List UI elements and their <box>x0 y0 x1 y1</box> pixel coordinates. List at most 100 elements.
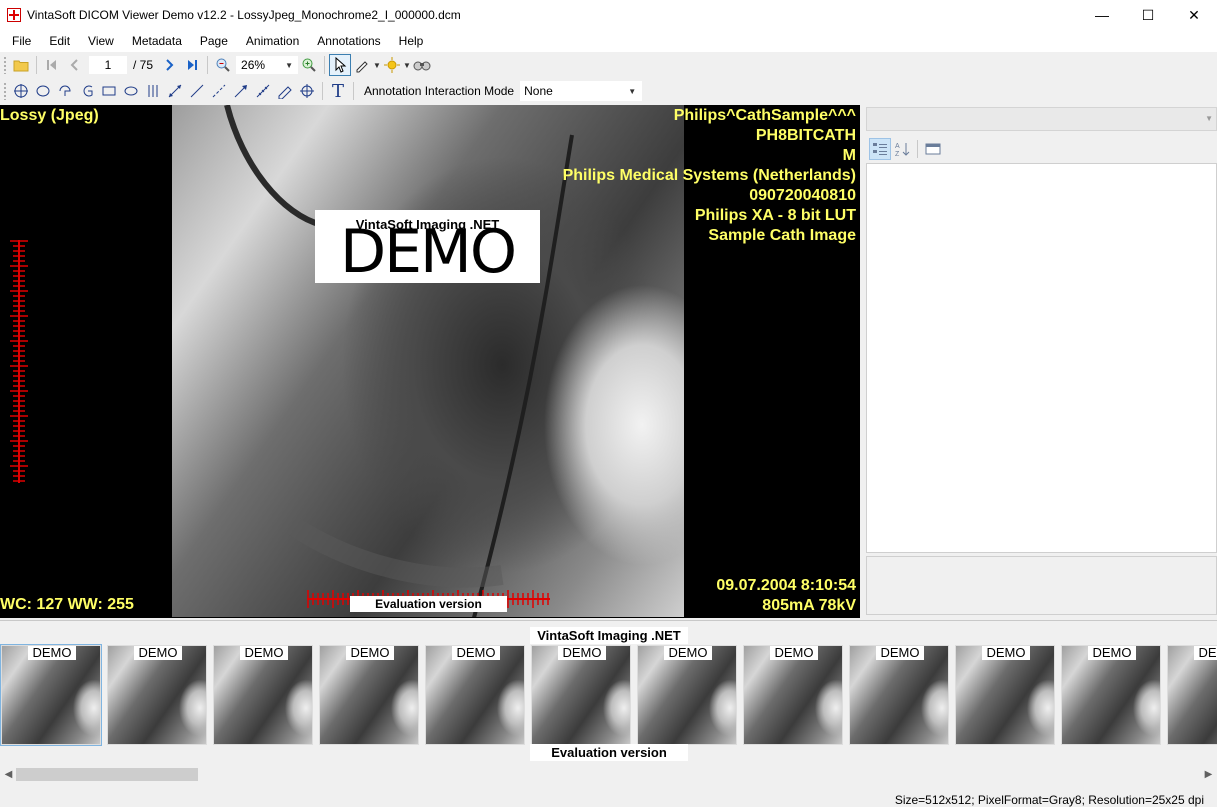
thumbnail-demo-label: DEMO <box>558 646 606 660</box>
vertical-ruler <box>10 240 28 483</box>
thumbnail[interactable]: DEMO <box>637 645 737 745</box>
menu-file[interactable]: File <box>6 34 37 48</box>
chevron-down-icon[interactable]: ▼ <box>373 61 381 70</box>
thumbnail[interactable]: DEMO <box>213 645 313 745</box>
property-grid[interactable] <box>866 163 1217 553</box>
zoom-value: 26% <box>241 58 266 72</box>
image-viewer[interactable]: DEMO VintaSoft Imaging .NET Lossy (Jpeg)… <box>0 105 860 618</box>
property-description <box>866 556 1217 615</box>
chevron-down-icon: ▼ <box>628 86 637 96</box>
window-title: VintaSoft DICOM Viewer Demo v12.2 - Loss… <box>27 8 461 22</box>
tube-settings: 805mA 78kV <box>762 597 856 614</box>
evaluation-watermark: Evaluation version <box>350 596 507 612</box>
close-button[interactable]: ✕ <box>1171 0 1217 30</box>
patient-id: PH8BITCATH <box>755 127 856 144</box>
zoom-in-icon[interactable] <box>298 54 320 76</box>
toolbar-grip[interactable] <box>3 82 7 100</box>
study-id: 090720040810 <box>749 187 856 204</box>
scroll-right-icon[interactable]: ▶ <box>1200 766 1217 783</box>
thumbnail-viewer[interactable]: DEMO DEMO DEMO DEMO DEMO DEMO DEMO DEMO … <box>0 622 1217 764</box>
svg-text:Z: Z <box>895 151 900 157</box>
brightness-tool-icon[interactable] <box>381 54 403 76</box>
pointer-tool-icon[interactable] <box>329 54 352 76</box>
oval-annotation-icon[interactable] <box>120 80 142 102</box>
maximize-button[interactable]: ☐ <box>1125 0 1171 30</box>
window-controls: — ☐ ✕ <box>1079 0 1217 30</box>
thumbnail-demo-label: DEMO <box>982 646 1030 660</box>
menu-annotations[interactable]: Annotations <box>311 34 386 48</box>
toolbar-grip[interactable] <box>3 56 7 74</box>
zoom-select[interactable]: 26% ▼ <box>236 56 299 74</box>
open-folder-icon[interactable] <box>10 54 32 76</box>
thumbnail[interactable]: DEMO <box>531 645 631 745</box>
svg-text:A: A <box>895 143 900 150</box>
sort-alphabetical-icon[interactable]: AZ <box>891 138 913 160</box>
menu-help[interactable]: Help <box>393 34 430 48</box>
thumbnail-demo-label: DEMO <box>134 646 182 660</box>
line-arrows-annotation-icon[interactable] <box>164 80 186 102</box>
app-icon <box>7 8 21 22</box>
binoculars-icon[interactable] <box>411 54 433 76</box>
polygon-annotation-icon[interactable] <box>54 80 76 102</box>
scroll-left-icon[interactable]: ◀ <box>0 766 17 783</box>
menu-animation[interactable]: Animation <box>240 34 305 48</box>
thumbnail-demo-label: DEMO <box>346 646 394 660</box>
thumbnail[interactable]: DEMO <box>107 645 207 745</box>
acquisition-info-overlay: 09.07.2004 8:10:54 805mA 78kV <box>716 576 856 616</box>
freehand-annotation-icon[interactable] <box>274 80 296 102</box>
scale-line-annotation-icon[interactable] <box>252 80 274 102</box>
line-annotation-icon[interactable] <box>186 80 208 102</box>
study-description: Sample Cath Image <box>708 227 856 244</box>
chevron-down-icon: ▼ <box>285 60 294 70</box>
minimize-button[interactable]: — <box>1079 0 1125 30</box>
thumbnail[interactable]: DEMO <box>425 645 525 745</box>
next-page-icon[interactable] <box>159 54 181 76</box>
pan-tool-icon[interactable] <box>351 54 373 76</box>
acquisition-date: 09.07.2004 8:10:54 <box>716 577 856 594</box>
thumbnail[interactable]: DEMO <box>0 644 102 746</box>
toolbar-separator <box>324 56 326 74</box>
thumbnail[interactable]: DEMO <box>849 645 949 745</box>
menu-edit[interactable]: Edit <box>43 34 76 48</box>
thumbnail[interactable]: DEMO <box>1061 645 1161 745</box>
zoom-out-icon[interactable] <box>212 54 234 76</box>
thumbnail-scrollbar[interactable]: ◀ ▶ <box>0 766 1217 783</box>
properties-panel: ▼ AZ <box>866 105 1217 615</box>
menu-view[interactable]: View <box>82 34 120 48</box>
ruler-annotation-icon[interactable] <box>142 80 164 102</box>
point-annotation-icon[interactable] <box>10 80 32 102</box>
thumbnail-demo-label: DEMO <box>876 646 924 660</box>
thumbnail[interactable]: DEMO <box>1167 645 1217 745</box>
rectangle-annotation-icon[interactable] <box>98 80 120 102</box>
thumbnail-demo-label: DEMO <box>452 646 500 660</box>
thumbnail[interactable]: DEMO <box>319 645 419 745</box>
image-info-status: Size=512x512; PixelFormat=Gray8; Resolut… <box>894 793 1204 807</box>
curve-annotation-icon[interactable] <box>76 80 98 102</box>
thumbnail[interactable]: DEMO <box>743 645 843 745</box>
property-grid-toolbar: AZ <box>866 135 1217 163</box>
thumbnail[interactable]: DEMO <box>955 645 1055 745</box>
property-pages-icon[interactable] <box>922 138 944 160</box>
page-number-input[interactable]: 1 <box>89 56 127 74</box>
categorized-icon[interactable] <box>869 138 891 160</box>
menu-metadata[interactable]: Metadata <box>126 34 188 48</box>
first-page-icon[interactable] <box>41 54 63 76</box>
horizontal-splitter[interactable] <box>0 620 1217 621</box>
menu-page[interactable]: Page <box>194 34 234 48</box>
patient-name: Philips^CathSample^^^ <box>673 107 856 124</box>
ellipse-annotation-icon[interactable] <box>32 80 54 102</box>
manufacturer: Philips Medical Systems (Netherlands) <box>562 167 856 184</box>
chevron-down-icon[interactable]: ▼ <box>403 61 411 70</box>
arrow-annotation-icon[interactable] <box>230 80 252 102</box>
toolbar-separator <box>322 82 323 100</box>
object-selector[interactable]: ▼ <box>866 107 1217 131</box>
toolbar-separator <box>207 56 209 74</box>
last-page-icon[interactable] <box>181 54 203 76</box>
menu-bar: File Edit View Metadata Page Animation A… <box>0 30 1217 52</box>
scrollbar-thumb[interactable] <box>16 768 198 781</box>
previous-page-icon[interactable] <box>63 54 85 76</box>
interaction-mode-select[interactable]: None ▼ <box>520 81 643 101</box>
crosshair-annotation-icon[interactable] <box>296 80 318 102</box>
text-annotation-icon[interactable]: T <box>327 80 349 102</box>
dashed-line-annotation-icon[interactable] <box>208 80 230 102</box>
